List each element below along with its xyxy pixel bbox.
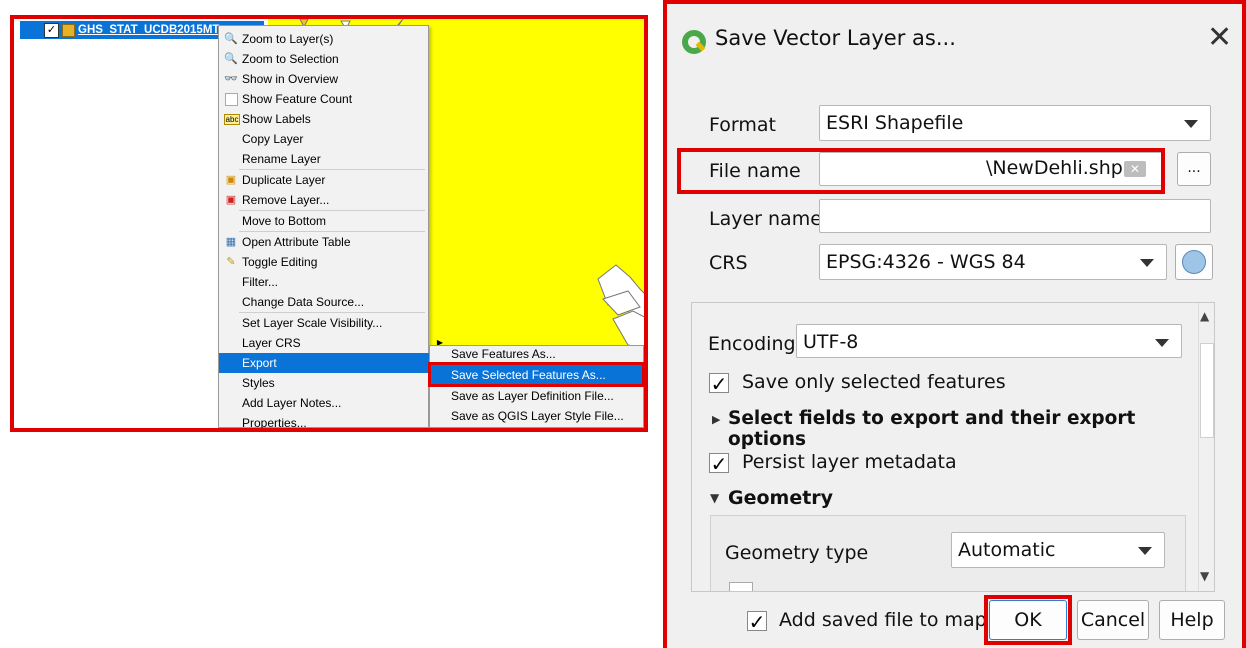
- chevron-down-icon: [1155, 339, 1169, 347]
- add-saved-file-label: Add saved file to map: [779, 609, 987, 631]
- layername-input[interactable]: [819, 199, 1211, 233]
- encoding-value: UTF-8: [803, 331, 859, 353]
- layer-visibility-checkbox[interactable]: ✓: [44, 23, 59, 38]
- left-screenshot-frame: ✓ GHS_STAT_UCDB2015MT_ 🔍 Zoom to Layer(s)…: [10, 15, 648, 432]
- highlight-box: [428, 362, 644, 387]
- scrollbar-thumb[interactable]: [1200, 343, 1214, 438]
- crs-value: EPSG:4326 - WGS 84: [826, 251, 1026, 273]
- collapse-arrow-icon[interactable]: ▼: [710, 491, 719, 505]
- checkbox-icon: [225, 93, 238, 106]
- format-label: Format: [709, 114, 776, 136]
- close-icon[interactable]: ✕: [1207, 20, 1232, 55]
- format-dropdown[interactable]: ESRI Shapefile: [819, 105, 1211, 141]
- scroll-up-icon[interactable]: ▲: [1200, 309, 1209, 323]
- crs-select-button[interactable]: [1175, 244, 1213, 280]
- globe-icon: [1182, 250, 1206, 274]
- crs-dropdown[interactable]: EPSG:4326 - WGS 84: [819, 244, 1167, 280]
- menu-item-show-feature-count[interactable]: Show Feature Count: [219, 89, 451, 109]
- partial-checkbox[interactable]: [729, 582, 753, 591]
- geometry-section[interactable]: Geometry: [728, 487, 833, 509]
- menu-item-zoom-to-layer[interactable]: 🔍 Zoom to Layer(s): [219, 29, 451, 49]
- chevron-down-icon: [1140, 259, 1154, 267]
- persist-metadata-checkbox[interactable]: ✓: [709, 453, 729, 474]
- chevron-down-icon: [1138, 547, 1152, 555]
- menu-item-export[interactable]: Export▶: [219, 353, 451, 373]
- chevron-down-icon: [1184, 120, 1198, 128]
- layer-context-menu: 🔍 Zoom to Layer(s) 🔍 Zoom to Selection 👓 Sh…: [218, 25, 451, 428]
- submenu-save-layer-definition[interactable]: Save as Layer Definition File...: [430, 386, 644, 406]
- zoom-selection-icon: 🔍: [224, 53, 238, 65]
- add-saved-file-checkbox[interactable]: ✓: [747, 611, 767, 632]
- menu-item-show-in-overview[interactable]: 👓 Show in Overview: [219, 69, 451, 89]
- help-button[interactable]: Help: [1159, 600, 1225, 640]
- submenu-save-features-as[interactable]: Save Features As...: [430, 344, 644, 364]
- menu-item-remove-layer[interactable]: ▣ Remove Layer...: [219, 190, 451, 210]
- format-value: ESRI Shapefile: [826, 112, 964, 134]
- highlight-box: [984, 595, 1072, 645]
- menu-item-open-attribute-table[interactable]: ▦ Open Attribute Table: [219, 232, 451, 252]
- crs-label: CRS: [709, 252, 748, 274]
- menu-item-toggle-editing[interactable]: ✎ Toggle Editing: [219, 252, 451, 272]
- menu-item-rename-layer[interactable]: Rename Layer: [219, 149, 451, 169]
- pencil-icon: ✎: [226, 256, 236, 268]
- menu-item-copy-layer[interactable]: Copy Layer: [219, 129, 451, 149]
- menu-item-change-data-source[interactable]: Change Data Source...: [219, 292, 451, 312]
- menu-item-styles[interactable]: Styles▶: [219, 373, 451, 393]
- select-fields-section[interactable]: Select fields to export and their export…: [728, 408, 1214, 450]
- menu-item-properties[interactable]: Properties...: [219, 413, 451, 428]
- remove-icon: ▣: [225, 194, 237, 206]
- labels-icon: abc: [224, 114, 240, 125]
- menu-item-layer-crs[interactable]: Layer CRS ▶: [219, 333, 451, 353]
- menu-item-move-to-bottom[interactable]: Move to Bottom: [219, 211, 451, 231]
- menu-item-add-layer-notes[interactable]: Add Layer Notes...: [219, 393, 451, 413]
- layer-name: GHS_STAT_UCDB2015MT_: [78, 24, 226, 36]
- zoom-layer-icon: 🔍: [224, 33, 238, 45]
- encoding-dropdown[interactable]: UTF-8: [796, 324, 1182, 358]
- geometry-group: Geometry type Automatic: [710, 515, 1186, 591]
- table-icon: ▦: [225, 236, 237, 248]
- layer-symbol-swatch: [62, 24, 75, 37]
- encoding-label: Encoding: [708, 333, 796, 355]
- highlight-box: [677, 148, 1165, 194]
- overview-icon: 👓: [224, 73, 238, 85]
- menu-item-set-scale-visibility[interactable]: Set Layer Scale Visibility...: [219, 313, 451, 333]
- expand-arrow-icon[interactable]: ▶: [712, 413, 720, 426]
- menu-item-show-labels[interactable]: abc Show Labels: [219, 109, 451, 129]
- geometry-type-dropdown[interactable]: Automatic: [951, 532, 1165, 568]
- save-vector-layer-dialog: Save Vector Layer as... ✕ Format ESRI Sh…: [663, 0, 1246, 648]
- submenu-save-layer-style[interactable]: Save as QGIS Layer Style File...: [430, 406, 644, 426]
- geometry-type-label: Geometry type: [725, 542, 869, 564]
- save-selected-label: Save only selected features: [742, 371, 1006, 393]
- options-scroll-area[interactable]: Encoding UTF-8 ✓ Save only selected feat…: [691, 302, 1215, 592]
- geometry-type-value: Automatic: [958, 539, 1056, 561]
- scroll-down-icon[interactable]: ▼: [1200, 569, 1209, 583]
- menu-item-duplicate-layer[interactable]: ▣ Duplicate Layer: [219, 170, 451, 190]
- cancel-button[interactable]: Cancel: [1077, 600, 1149, 640]
- duplicate-icon: ▣: [225, 174, 237, 186]
- persist-metadata-label: Persist layer metadata: [742, 451, 957, 473]
- menu-item-filter[interactable]: Filter...: [219, 272, 451, 292]
- dialog-title: Save Vector Layer as...: [715, 26, 956, 50]
- qgis-logo-icon: [682, 30, 706, 54]
- layername-label: Layer name: [709, 208, 822, 230]
- menu-item-zoom-to-selection[interactable]: 🔍 Zoom to Selection: [219, 49, 451, 69]
- browse-button[interactable]: ...: [1177, 152, 1211, 186]
- save-selected-checkbox[interactable]: ✓: [709, 373, 729, 394]
